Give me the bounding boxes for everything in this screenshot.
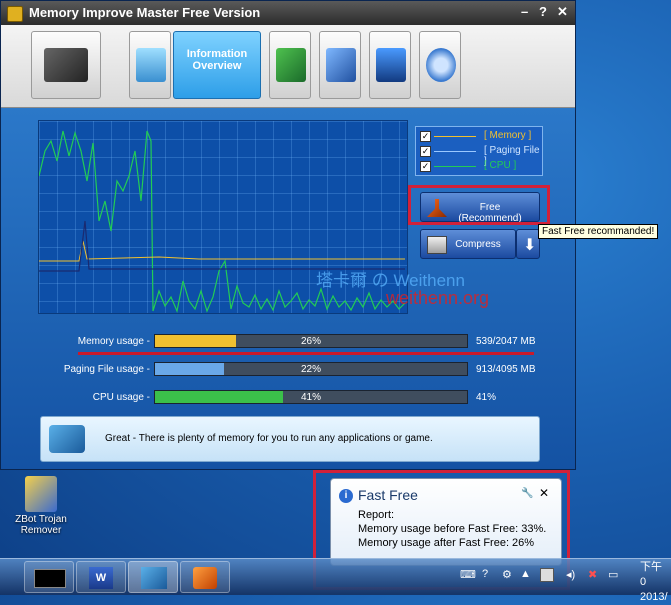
memory-chip-icon [44,48,88,82]
memory-chip-tab[interactable] [31,31,101,99]
word-icon: W [89,567,113,589]
volume-icon[interactable]: ◂) [566,568,575,581]
window-title: Memory Improve Master Free Version [29,5,261,20]
monitor-tab[interactable] [369,31,411,99]
legend-line [434,166,476,167]
app-icon [7,6,23,22]
legend-label: [ Memory ] [484,130,532,141]
network-error-icon[interactable]: ✖ [588,568,597,581]
desktop-icon-label-line1: ZBot Trojan [15,514,67,525]
memory-master-tray-icon[interactable] [540,568,554,582]
memory-usage-label: Memory usage - [77,336,150,347]
tab-label-line2: Overview [192,60,242,72]
help-tray-icon[interactable]: ? [482,568,488,580]
paging-file-line [39,220,405,272]
cpu-usage-bar: 41% [154,390,468,404]
settings-tab[interactable] [419,31,461,99]
paging-file-checkbox[interactable]: ✓ [420,146,431,157]
taskbar-app[interactable] [180,561,230,593]
ram-refresh-icon [276,48,306,82]
compress-button[interactable]: Compress [420,229,516,259]
paging-file-usage-value: 913/4095 MB [476,364,536,375]
zbot-trojan-icon [25,476,57,512]
monitor-icon [376,48,406,82]
cpu-checkbox[interactable]: ✓ [420,161,431,172]
paging-file-usage-bar: 22% [154,362,468,376]
memory-optimize-tab[interactable] [269,31,311,99]
overview-icon-tab[interactable] [129,31,171,99]
tab-information-overview[interactable]: Information Overview [173,31,261,99]
minimize-button[interactable]: – [521,4,528,19]
keyboard-icon[interactable]: ⌨ [460,568,476,581]
watermark-line2: weithenn.org [386,288,490,308]
app-icon [193,567,217,589]
clock[interactable]: 下午 0 2013/ [640,560,671,605]
compress-button-label: Compress [455,239,501,250]
cpu-usage-percent: 41% [300,392,321,403]
memory-chip-icon [49,425,85,453]
legend-line [434,136,476,137]
close-button[interactable]: ✕ [557,4,568,20]
legend-label: [ CPU ] [484,160,517,171]
show-hidden-icons[interactable]: ▲ [520,568,531,580]
compress-icon [427,236,447,254]
display-icon[interactable]: ▭ [608,568,618,581]
help-button[interactable]: ? [539,4,547,19]
toolbar: Information Overview [1,25,575,108]
legend-memory[interactable]: ✓ [ Memory ] [420,129,540,143]
memory-usage-highlight [78,352,534,355]
console-icon [34,569,66,588]
memory-checkbox[interactable]: ✓ [420,131,431,142]
desktop-icon-label-line2: Remover [20,525,62,536]
paging-file-usage-percent: 22% [300,364,321,375]
memory-usage-bar: 26% [154,334,468,348]
compress-dropdown-button[interactable]: ⬇ [516,229,540,259]
legend-cpu[interactable]: ✓ [ CPU ] [420,159,540,173]
taskbar-word[interactable]: W [76,561,126,593]
memory-chip-icon [141,567,167,589]
free-tooltip: Fast Free recommanded! [538,224,659,239]
tools-tab[interactable] [319,31,361,99]
arrow-down-icon: ⬇ [523,237,537,254]
tray-app-icon[interactable]: ⚙ [502,568,512,581]
memory-usage-value: 539/2047 MB [476,336,536,347]
gear-icon [426,48,456,82]
clock-date: 2013/ [640,591,668,603]
status-panel: Great - There is plenty of memory for yo… [40,416,540,462]
free-button-highlight [408,185,550,225]
taskbar-memory-master[interactable] [128,561,178,593]
paging-file-usage-label: Paging File usage - [63,364,150,375]
memory-usage-percent: 26% [300,336,321,347]
memory-line [39,240,405,262]
pen-tool-icon [326,48,356,82]
status-message: Great - There is plenty of memory for yo… [105,433,433,444]
desktop-icon-zbot[interactable]: ZBot Trojan Remover [14,476,68,536]
legend-line [434,151,476,152]
legend-paging-file[interactable]: ✓ [ Paging File ] [420,144,540,167]
tab-label-line1: Information [186,48,248,60]
chart-icon [136,48,166,82]
clock-time: 下午 0 [640,561,662,588]
taskbar-cmd[interactable] [24,561,74,593]
title-bar[interactable]: Memory Improve Master Free Version – ? ✕ [1,1,575,25]
cpu-usage-label: CPU usage - [92,392,150,403]
cpu-usage-value: 41% [476,392,497,403]
graph-legend: ✓ [ Memory ] ✓ [ Paging File ] ✓ [ CPU ] [415,126,543,176]
